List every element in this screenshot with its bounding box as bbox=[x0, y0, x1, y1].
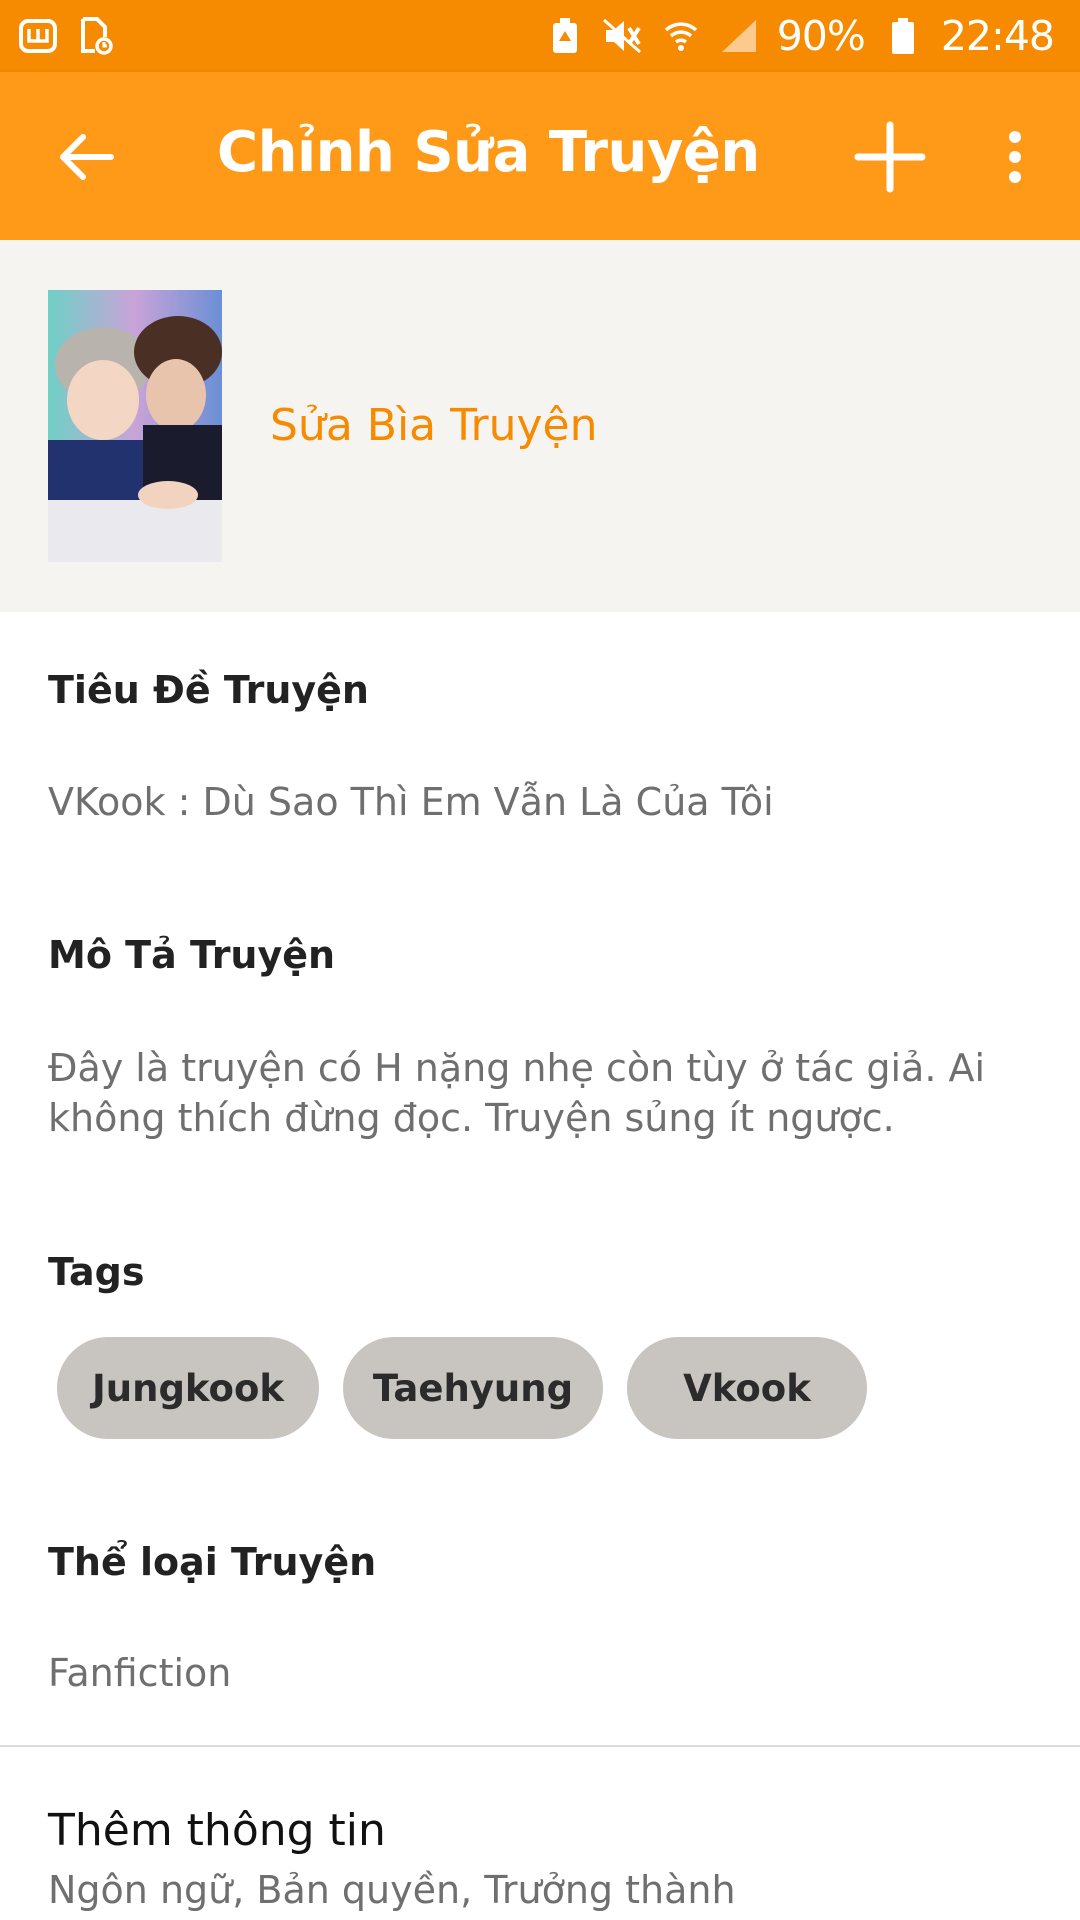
more-vertical-icon bbox=[1009, 131, 1021, 183]
status-bar: 90% 22:48 bbox=[0, 0, 1080, 72]
plus-icon bbox=[854, 121, 926, 193]
more-info-title[interactable]: Thêm thông tin bbox=[48, 1805, 386, 1856]
tag-vkook[interactable]: Vkook bbox=[627, 1337, 867, 1439]
category-field[interactable]: Fanfiction bbox=[48, 1648, 1028, 1698]
story-description-label: Mô Tả Truyện bbox=[48, 933, 336, 977]
cover-section: Sửa Bìa Truyện bbox=[0, 240, 1080, 612]
story-title-label: Tiêu Đề Truyện bbox=[48, 668, 369, 712]
story-description-field[interactable]: Đây là truyện có H nặng nhẹ còn tùy ở tá… bbox=[48, 1043, 1028, 1143]
arrow-left-icon bbox=[60, 134, 114, 180]
edit-cover-link[interactable]: Sửa Bìa Truyện bbox=[270, 400, 598, 451]
battery-icon bbox=[883, 16, 923, 56]
tags-label: Tags bbox=[48, 1250, 145, 1294]
category-label: Thể loại Truyện bbox=[48, 1540, 377, 1584]
tag-jungkook[interactable]: Jungkook bbox=[57, 1337, 319, 1439]
page-title: Chỉnh Sửa Truyện bbox=[217, 120, 760, 185]
app-bar: Chỉnh Sửa Truyện bbox=[0, 72, 1080, 240]
battery-saver-icon bbox=[545, 16, 585, 56]
tags-list: Jungkook Taehyung Vkook bbox=[57, 1337, 867, 1439]
tag-taehyung[interactable]: Taehyung bbox=[343, 1337, 603, 1439]
wattpad-notification-icon bbox=[18, 16, 58, 56]
status-bar-right: 90% 22:48 bbox=[545, 12, 1055, 60]
more-info-subtitle: Ngôn ngữ, Bản quyền, Trưởng thành bbox=[48, 1868, 736, 1912]
add-button[interactable] bbox=[850, 117, 930, 197]
document-sync-icon bbox=[76, 16, 116, 56]
story-title-field[interactable]: VKook : Dù Sao Thì Em Vẫn Là Của Tôi bbox=[48, 777, 1028, 827]
wifi-icon bbox=[661, 16, 701, 56]
back-button[interactable] bbox=[52, 122, 122, 192]
mute-icon bbox=[602, 16, 643, 56]
status-bar-left bbox=[18, 16, 116, 56]
cover-image[interactable] bbox=[48, 290, 222, 562]
signal-icon bbox=[719, 16, 759, 56]
divider bbox=[0, 1745, 1080, 1747]
more-options-button[interactable] bbox=[990, 127, 1040, 187]
battery-percent: 90% bbox=[776, 12, 866, 60]
clock: 22:48 bbox=[940, 12, 1055, 60]
